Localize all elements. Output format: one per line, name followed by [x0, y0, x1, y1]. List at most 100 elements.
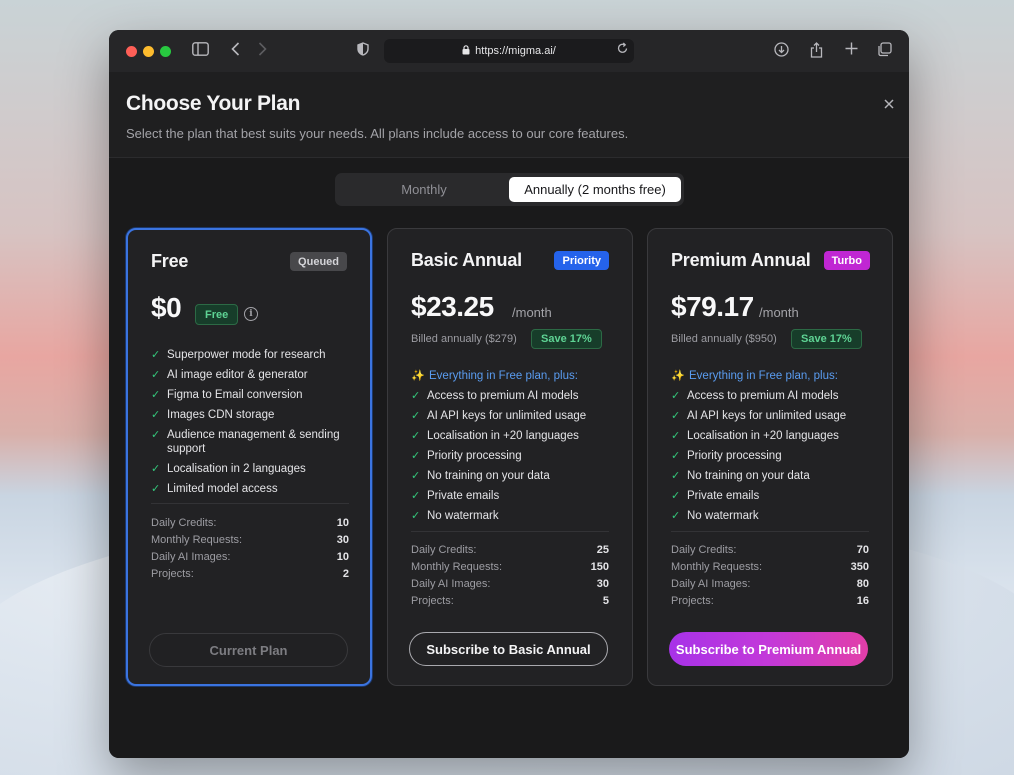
- feature-item: ✓ Localisation in +20 languages: [411, 430, 579, 442]
- stat-row: Daily AI Images: 30: [411, 578, 609, 590]
- shield-icon[interactable]: [356, 42, 370, 60]
- divider: [151, 503, 349, 504]
- close-window-button[interactable]: [126, 46, 137, 57]
- priority-badge: Priority: [554, 251, 609, 270]
- check-icon: ✓: [671, 390, 681, 402]
- free-pill: Free: [195, 304, 239, 325]
- feature-item: ✓ Localisation in +20 languages: [671, 430, 839, 442]
- feature-list: ✨ Everything in Free plan, plus: ✓ Access …: [411, 369, 616, 529]
- stat-row: Projects: 16: [671, 595, 869, 607]
- check-icon: ✓: [411, 510, 421, 522]
- check-icon: ✓: [671, 510, 681, 522]
- forward-icon[interactable]: [256, 42, 268, 60]
- modal-header: Choose Your Plan Select the plan that be…: [109, 72, 909, 158]
- stat-row: Projects: 2: [151, 568, 349, 580]
- stat-row: Monthly Requests: 350: [671, 561, 869, 573]
- address-bar[interactable]: https://migma.ai/: [384, 39, 634, 63]
- check-icon: ✓: [151, 349, 161, 361]
- feature-item: ✓ Access to premium AI models: [411, 390, 579, 402]
- plan-price: $79.17: [671, 291, 754, 322]
- minimize-window-button[interactable]: [143, 46, 154, 57]
- feature-list: ✨ Everything in Free plan, plus: ✓ Access …: [671, 369, 876, 529]
- plan-card-basic-annual[interactable]: Basic Annual Priority $23.25 /month Bill…: [387, 228, 633, 686]
- turbo-badge: Turbo: [823, 251, 870, 270]
- url-text: https://migma.ai/: [475, 45, 556, 57]
- check-icon: ✓: [151, 389, 161, 401]
- feature-lead: ✨ Everything in Free plan, plus:: [671, 370, 838, 382]
- feature-item: ✓ No training on your data: [671, 470, 810, 482]
- feature-list: ✓ Superpower mode for research ✓ AI image …: [151, 348, 356, 502]
- plan-name: Premium Annual: [671, 250, 811, 270]
- billed-note: Billed annually ($279): [411, 333, 517, 345]
- sparkle-icon: ✨: [671, 370, 685, 382]
- check-icon: ✓: [411, 390, 421, 402]
- plan-modal: Choose Your Plan Select the plan that be…: [109, 72, 909, 758]
- close-icon[interactable]: [884, 96, 894, 114]
- check-icon: ✓: [671, 430, 681, 442]
- feature-item: ✓ Images CDN storage: [151, 409, 275, 421]
- reload-icon[interactable]: [617, 42, 628, 57]
- save-pill: Save 17%: [791, 329, 862, 349]
- feature-item: ✓ AI API keys for unlimited usage: [671, 410, 847, 422]
- stat-row: Monthly Requests: 150: [411, 561, 609, 573]
- check-icon: ✓: [671, 490, 681, 502]
- plan-card-premium-annual[interactable]: Premium Annual Turbo $79.17 /month Bille…: [647, 228, 893, 686]
- plan-stats: Daily Credits: 10 Monthly Requests: 30 Dai…: [151, 516, 349, 584]
- price-period: /month: [759, 305, 799, 320]
- check-icon: ✓: [671, 410, 681, 422]
- check-icon: ✓: [671, 470, 681, 482]
- plan-price: $23.25: [411, 291, 494, 322]
- check-icon: ✓: [671, 450, 681, 462]
- toggle-monthly[interactable]: Monthly: [339, 177, 509, 202]
- check-icon: ✓: [151, 483, 161, 495]
- check-icon: ✓: [411, 430, 421, 442]
- feature-item: ✓ No training on your data: [411, 470, 550, 482]
- feature-item: ✓ Audience management & sending support: [151, 429, 340, 455]
- check-icon: ✓: [411, 450, 421, 462]
- check-icon: ✓: [151, 369, 161, 381]
- stat-row: Projects: 5: [411, 595, 609, 607]
- feature-item: ✓ Private emails: [411, 490, 500, 502]
- stat-row: Daily Credits: 70: [671, 544, 869, 556]
- info-icon[interactable]: i: [244, 307, 258, 321]
- billing-toggle: Monthly Annually (2 months free): [335, 173, 684, 206]
- sidebar-icon[interactable]: [191, 42, 209, 60]
- feature-item: ✓ Private emails: [671, 490, 760, 502]
- browser-window: https://migma.ai/ Choose Your Plan Selec…: [109, 30, 909, 758]
- queue-badge: Queued: [290, 252, 347, 271]
- current-plan-button[interactable]: Current Plan: [149, 633, 348, 667]
- check-icon: ✓: [151, 409, 161, 421]
- plan-card-free[interactable]: Free Queued $0 Free i ✓ Superpower mode f…: [126, 228, 372, 686]
- toggle-annually[interactable]: Annually (2 months free): [509, 177, 681, 202]
- divider: [671, 531, 869, 532]
- new-tab-icon[interactable]: [843, 42, 859, 60]
- price-period: /month: [512, 305, 552, 320]
- feature-item: ✓ AI image editor & generator: [151, 369, 308, 381]
- feature-item: ✓ Priority processing: [411, 450, 522, 462]
- downloads-icon[interactable]: [773, 42, 789, 60]
- tab-overview-icon[interactable]: [876, 42, 892, 60]
- share-icon[interactable]: [808, 42, 824, 60]
- lock-icon: [462, 44, 470, 58]
- stat-row: Daily AI Images: 10: [151, 551, 349, 563]
- page-subtitle: Select the plan that best suits your nee…: [126, 126, 629, 141]
- check-icon: ✓: [411, 470, 421, 482]
- feature-item: ✓ Priority processing: [671, 450, 782, 462]
- back-icon[interactable]: [229, 42, 241, 60]
- feature-item: ✓ AI API keys for unlimited usage: [411, 410, 587, 422]
- subscribe-basic-button[interactable]: Subscribe to Basic Annual: [409, 632, 608, 666]
- plan-stats: Daily Credits: 70 Monthly Requests: 350 Da…: [671, 543, 869, 611]
- feature-item: ✓ Superpower mode for research: [151, 349, 326, 361]
- browser-toolbar: https://migma.ai/: [109, 30, 909, 72]
- plan-name: Basic Annual: [411, 250, 522, 270]
- check-icon: ✓: [411, 410, 421, 422]
- zoom-window-button[interactable]: [160, 46, 171, 57]
- check-icon: ✓: [151, 463, 161, 475]
- save-pill: Save 17%: [531, 329, 602, 349]
- stat-row: Daily AI Images: 80: [671, 578, 869, 590]
- check-icon: ✓: [411, 490, 421, 502]
- page-title: Choose Your Plan: [126, 92, 301, 115]
- subscribe-premium-button[interactable]: Subscribe to Premium Annual: [669, 632, 868, 666]
- feature-item: ✓ Localisation in 2 languages: [151, 463, 306, 475]
- plan-name: Free: [151, 251, 189, 271]
